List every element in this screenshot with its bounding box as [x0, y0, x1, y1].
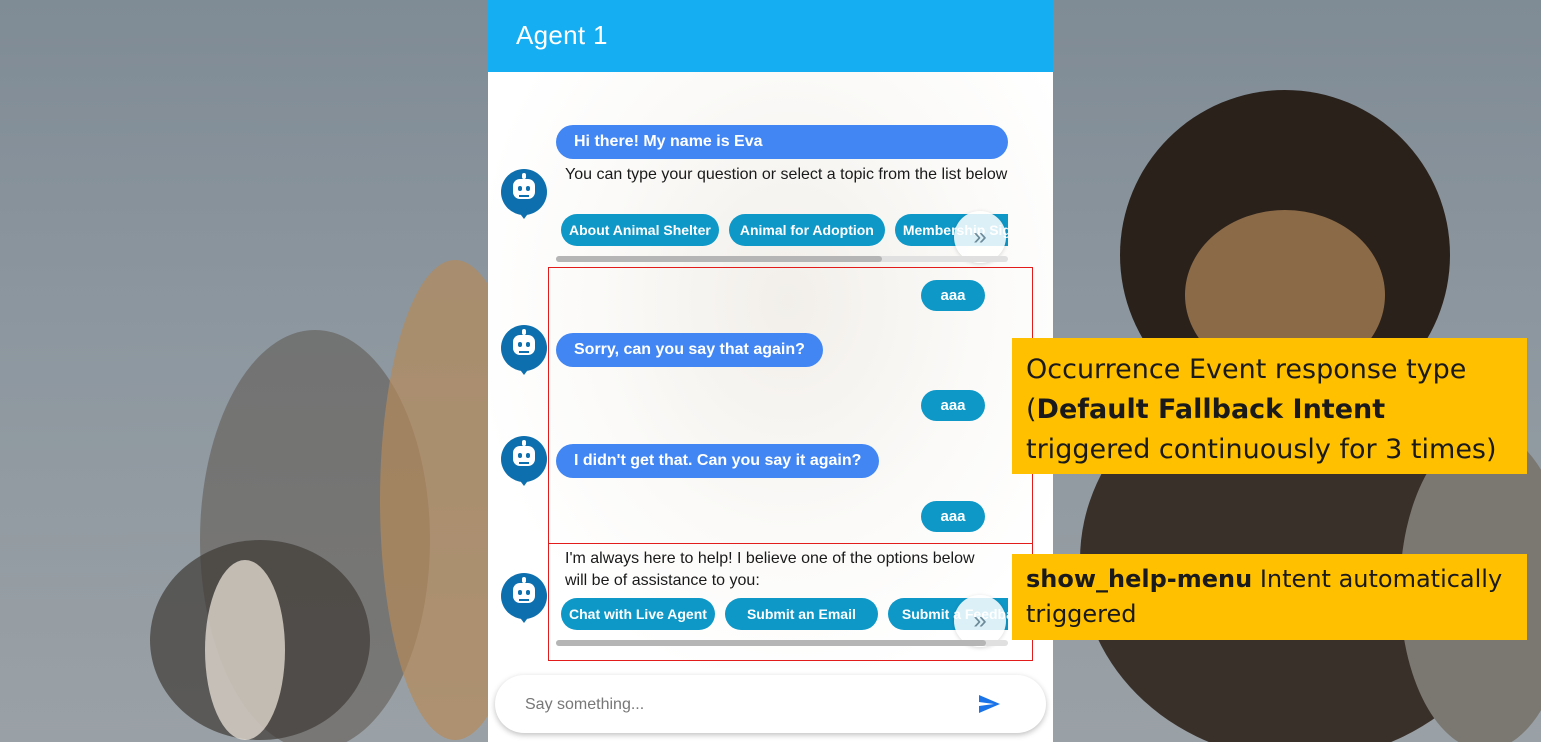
topic-chip-row[interactable]: About Animal Shelter Animal for Adoption M… — [561, 214, 1008, 248]
annotation-fallback-line1: Occurrence Event response type — [1026, 354, 1467, 385]
highlight-fallback-box — [548, 267, 1033, 544]
bot-message-greeting: Hi there! My name is Eva — [556, 125, 1008, 159]
chat-header: Agent 1 — [488, 0, 1053, 72]
chip-about-animal-shelter[interactable]: About Animal Shelter — [561, 214, 719, 246]
bot-avatar-icon — [501, 436, 547, 486]
message-input-bar — [495, 675, 1046, 733]
chip-scrollbar-thumb[interactable] — [556, 256, 882, 262]
bot-message-intro: You can type your question or select a t… — [565, 166, 1008, 183]
background-guinea-pig-patch — [205, 560, 285, 740]
bot-avatar-icon — [501, 573, 547, 623]
annotation-fallback-rest: triggered continuously for 3 times) — [1026, 434, 1497, 465]
annotation-help-menu-bold: show_help-menu — [1026, 565, 1253, 593]
chip-animal-for-adoption[interactable]: Animal for Adoption — [728, 214, 885, 246]
annotation-help-menu: show_help-menu Intent automatically trig… — [1012, 554, 1527, 640]
highlight-help-menu-box — [548, 543, 1033, 661]
annotation-fallback-bold: Default Fallback Intent — [1036, 394, 1386, 425]
bot-avatar-icon — [501, 169, 547, 219]
message-input[interactable] — [523, 689, 967, 721]
annotation-fallback-paren: ( — [1026, 394, 1037, 425]
send-icon[interactable] — [975, 692, 1003, 716]
bot-avatar-icon — [501, 325, 547, 375]
annotation-fallback: Occurrence Event response type (Default F… — [1012, 338, 1527, 474]
chat-title: Agent 1 — [516, 20, 608, 50]
